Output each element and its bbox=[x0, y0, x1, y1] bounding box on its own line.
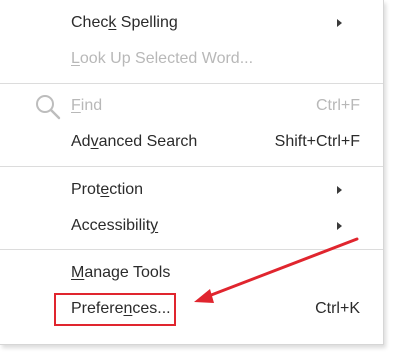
search-icon bbox=[36, 95, 61, 120]
menu-item-label: Manage Tools bbox=[71, 264, 171, 281]
menu-separator bbox=[0, 249, 383, 250]
menu-item-check-spelling[interactable]: Check Spelling bbox=[0, 6, 383, 40]
menu-separator bbox=[0, 166, 383, 167]
menu-item-label: Protection bbox=[71, 181, 144, 198]
menu-item-protection[interactable]: Protection bbox=[0, 173, 383, 207]
menu-item-label: Find bbox=[71, 97, 103, 114]
menu-item-find[interactable]: Find Ctrl+F bbox=[0, 89, 383, 123]
menu-item-shortcut: Ctrl+K bbox=[315, 300, 360, 317]
submenu-arrow-icon bbox=[337, 186, 342, 194]
menu-item-accessibility[interactable]: Accessibility bbox=[0, 209, 383, 243]
annotation-highlight-box bbox=[54, 293, 176, 326]
menu-item-shortcut: Shift+Ctrl+F bbox=[274, 133, 360, 150]
menu-item-look-up-selected-word[interactable]: Look Up Selected Word... bbox=[0, 42, 383, 76]
menu-item-advanced-search[interactable]: Advanced Search Shift+Ctrl+F bbox=[0, 125, 383, 159]
menu-separator bbox=[0, 83, 383, 84]
menu-item-manage-tools[interactable]: Manage Tools bbox=[0, 256, 383, 290]
menu-item-label: Accessibility bbox=[71, 217, 159, 234]
submenu-arrow-icon bbox=[337, 222, 342, 230]
menu-item-label: Advanced Search bbox=[71, 133, 198, 150]
submenu-arrow-icon bbox=[337, 19, 342, 27]
menu-item-shortcut: Ctrl+F bbox=[316, 97, 360, 114]
menu-item-label: Check Spelling bbox=[71, 14, 178, 31]
menu-item-label: Look Up Selected Word... bbox=[71, 50, 254, 67]
